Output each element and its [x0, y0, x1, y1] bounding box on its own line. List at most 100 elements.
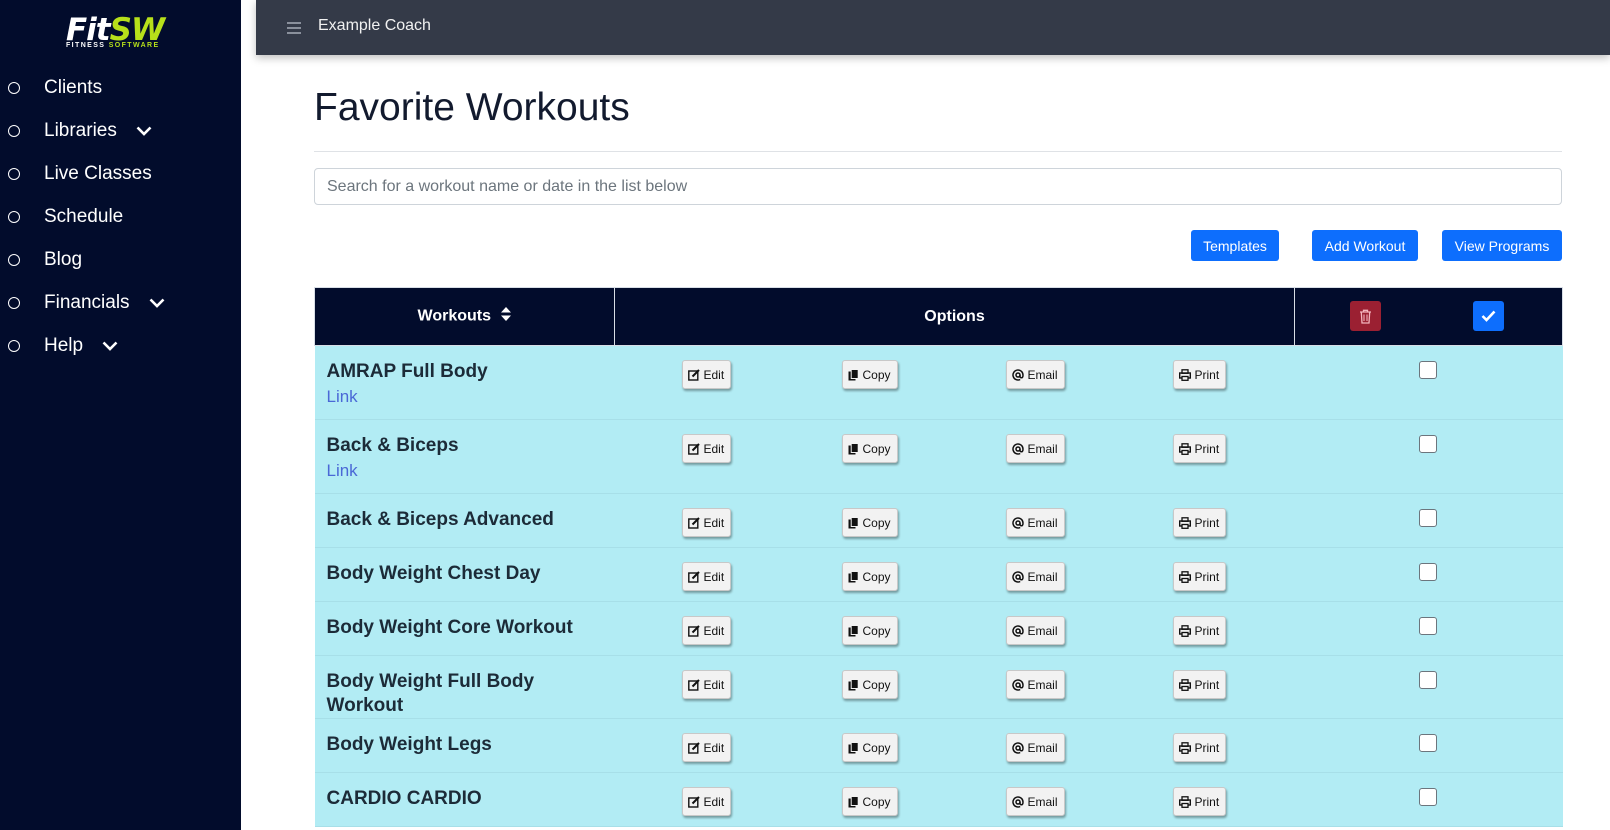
sidebar: FitSW FITNESS SOFTWARE Clients Libraries L… [0, 0, 241, 830]
sidebar-item-libraries[interactable]: Libraries [0, 109, 241, 152]
circle-bullet-icon [8, 253, 20, 266]
print-button[interactable]: Print [1172, 434, 1227, 463]
email-button[interactable]: Email [1005, 562, 1065, 591]
edit-icon [687, 570, 700, 583]
workout-name-cell: Back & Biceps Advanced [314, 493, 615, 548]
email-button[interactable]: Email [1005, 733, 1065, 762]
at-sign-icon [1011, 795, 1024, 808]
hamburger-menu-icon[interactable] [287, 22, 301, 34]
copy-button[interactable]: Copy [841, 360, 898, 389]
options-cell: Edit Copy Email Print [614, 419, 1295, 494]
sidebar-item-financials[interactable]: Financials [0, 281, 241, 324]
workout-name-cell: Body Weight Chest Day [314, 547, 615, 602]
delete-selected-button[interactable] [1350, 301, 1381, 331]
email-label: Email [1027, 740, 1058, 755]
print-button[interactable]: Print [1172, 508, 1227, 537]
workout-name: Body Weight Full Body Workout [326, 671, 535, 716]
row-checkbox[interactable] [1418, 617, 1437, 635]
at-sign-icon [1011, 516, 1024, 529]
search-input[interactable] [314, 168, 1562, 205]
row-checkbox[interactable] [1418, 509, 1437, 527]
select-column-header [1294, 287, 1563, 346]
copy-label: Copy [862, 794, 891, 809]
email-button[interactable]: Email [1005, 616, 1065, 645]
edit-button[interactable]: Edit [681, 670, 732, 699]
at-sign-icon [1011, 570, 1024, 583]
add-workout-button[interactable]: Add Workout [1312, 230, 1418, 261]
row-checkbox[interactable] [1418, 435, 1437, 453]
workout-name-cell: Body Weight Legs [314, 718, 615, 773]
options-cell: Edit Copy Email Print [614, 345, 1295, 420]
chevron-down-icon[interactable] [101, 337, 119, 355]
at-sign-icon [1011, 678, 1024, 691]
edit-button[interactable]: Edit [681, 434, 732, 463]
email-button[interactable]: Email [1005, 508, 1065, 537]
email-button[interactable]: Email [1005, 670, 1065, 699]
table-row: AMRAP Full Body Link Edit Copy Email Print [314, 345, 1563, 420]
sidebar-item-blog[interactable]: Blog [0, 238, 241, 281]
row-checkbox[interactable] [1418, 671, 1437, 689]
templates-button[interactable]: Templates [1191, 230, 1279, 261]
email-button[interactable]: Email [1005, 360, 1065, 389]
edit-button[interactable]: Edit [681, 360, 732, 389]
workout-name-cell: CARDIO CARDIO [314, 772, 615, 827]
copy-button[interactable]: Copy [841, 562, 898, 591]
print-button[interactable]: Print [1172, 360, 1227, 389]
print-button[interactable]: Print [1172, 562, 1227, 591]
row-checkbox[interactable] [1418, 361, 1437, 379]
row-checkbox[interactable] [1418, 734, 1437, 752]
copy-button[interactable]: Copy [841, 733, 898, 762]
sidebar-item-schedule[interactable]: Schedule [0, 195, 241, 238]
edit-label: Edit [703, 740, 725, 755]
edit-button[interactable]: Edit [681, 787, 732, 816]
row-checkbox[interactable] [1418, 788, 1437, 806]
sort-icon[interactable] [501, 307, 512, 326]
printer-icon [1178, 741, 1191, 754]
workout-link[interactable]: Link [327, 386, 358, 408]
edit-button[interactable]: Edit [681, 616, 732, 645]
sidebar-item-label: Live Classes [44, 162, 152, 184]
table-row: CARDIO CARDIO Edit Copy Email Print [314, 772, 1563, 827]
options-cell: Edit Copy Email Print [614, 772, 1295, 827]
copy-icon [848, 795, 859, 807]
copy-button[interactable]: Copy [841, 434, 898, 463]
workouts-column-header[interactable]: Workouts [314, 287, 615, 346]
sidebar-item-live-classes[interactable]: Live Classes [0, 152, 241, 195]
print-label: Print [1194, 441, 1220, 456]
email-label: Email [1027, 569, 1058, 584]
workout-name: Body Weight Legs [326, 734, 492, 755]
edit-button[interactable]: Edit [681, 733, 732, 762]
edit-button[interactable]: Edit [681, 508, 732, 537]
select-all-button[interactable] [1473, 301, 1504, 331]
circle-bullet-icon [8, 81, 20, 94]
printer-icon [1178, 678, 1191, 691]
print-button[interactable]: Print [1172, 616, 1227, 645]
sidebar-item-clients[interactable]: Clients [0, 66, 241, 109]
fitsw-logo[interactable]: FitSW FITNESS SOFTWARE [66, 14, 190, 52]
workout-link[interactable]: Link [327, 460, 358, 482]
sidebar-item-label: Blog [44, 248, 83, 270]
table-row: Body Weight Legs Edit Copy Email Print [314, 718, 1563, 773]
copy-button[interactable]: Copy [841, 616, 898, 645]
workouts-table: Workouts Options AMRAP Full Body Link Ed… [314, 287, 1563, 827]
edit-button[interactable]: Edit [681, 562, 732, 591]
email-button[interactable]: Email [1005, 434, 1065, 463]
copy-button[interactable]: Copy [841, 787, 898, 816]
sidebar-item-help[interactable]: Help [0, 324, 241, 367]
copy-button[interactable]: Copy [841, 508, 898, 537]
chevron-down-icon[interactable] [148, 294, 166, 312]
print-button[interactable]: Print [1172, 787, 1227, 816]
email-button[interactable]: Email [1005, 787, 1065, 816]
email-label: Email [1027, 515, 1058, 530]
view-programs-button[interactable]: View Programs [1442, 230, 1562, 261]
chevron-down-icon[interactable] [135, 122, 153, 140]
copy-button[interactable]: Copy [841, 670, 898, 699]
select-cell [1294, 601, 1563, 656]
table-row: Back & Biceps Link Edit Copy Email Print [314, 419, 1563, 494]
print-button[interactable]: Print [1172, 670, 1227, 699]
print-button[interactable]: Print [1172, 733, 1227, 762]
edit-label: Edit [703, 794, 725, 809]
print-label: Print [1194, 569, 1220, 584]
row-checkbox[interactable] [1418, 563, 1437, 581]
title-divider [314, 151, 1562, 152]
